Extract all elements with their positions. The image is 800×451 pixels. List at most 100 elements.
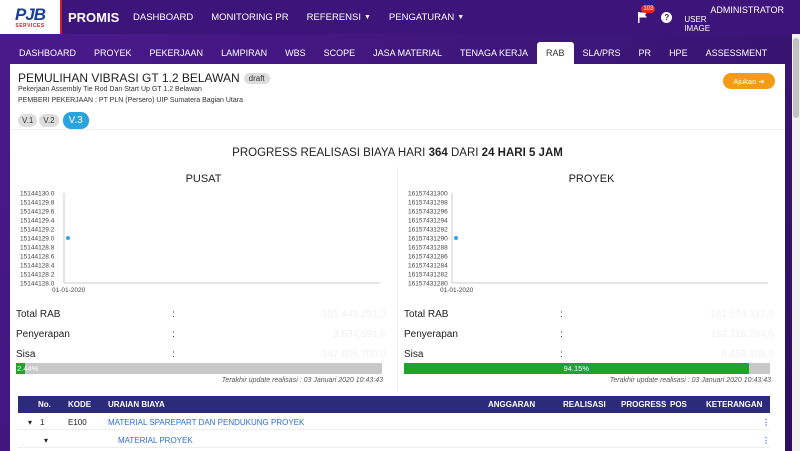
- nav-referensi[interactable]: REFERENSI ▼: [298, 0, 380, 34]
- colon: :: [172, 309, 175, 320]
- page-scrollbar[interactable]: [792, 34, 800, 451]
- penyerapan-label: Penyerapan: [16, 329, 70, 340]
- nav-pengaturan-label: PENGATURAN: [388, 11, 455, 23]
- table-row: ▾ MATERIAL PROYEK ⋮: [18, 432, 770, 448]
- progress-day: 364: [428, 147, 448, 159]
- project-subtitle: Pekerjaan Assembly Tie Rod Dan Start Up …: [18, 86, 202, 93]
- submit-button[interactable]: Ajukan ➔: [723, 73, 775, 89]
- total-rab-label: Total RAB: [16, 309, 61, 320]
- arrow-right-icon: ➔: [758, 76, 765, 86]
- row-menu-icon[interactable]: ⋮: [762, 418, 770, 427]
- y-tick-label: 15144129.8: [20, 200, 55, 207]
- user-avatar[interactable]: USER IMAGE: [684, 15, 718, 33]
- app-brand[interactable]: PROMIS: [68, 10, 124, 25]
- y-tick-label: 16157431284: [408, 263, 448, 270]
- colon: :: [560, 349, 563, 360]
- tab-lampiran[interactable]: LAMPIRAN: [212, 42, 276, 64]
- x-tick-label: 01-01-2020: [52, 287, 86, 294]
- colon: :: [560, 329, 563, 340]
- y-tick-label: 16157431300: [408, 191, 448, 198]
- expand-toggle-icon[interactable]: ▾: [44, 436, 48, 445]
- rab-table-header: No. KODE URAIAN BIAYA ANGGARAN REALISASI…: [18, 396, 770, 413]
- tab-wbs[interactable]: WBS: [276, 42, 315, 64]
- expand-toggle-icon[interactable]: ▾: [28, 418, 32, 427]
- y-tick-label: 15144128.8: [20, 245, 55, 252]
- colon: :: [172, 349, 175, 360]
- pusat-title: PUSAT: [185, 173, 222, 185]
- tab-jasa-material[interactable]: JASA MATERIAL: [364, 42, 451, 64]
- y-tick-label: 15144128.4: [20, 263, 55, 270]
- tab-proyek[interactable]: PROYEK: [85, 42, 141, 64]
- col-anggaran[interactable]: ANGGARAN: [488, 400, 535, 409]
- y-tick-label: 16157431292: [408, 227, 448, 234]
- row-menu-icon[interactable]: ⋮: [762, 436, 770, 445]
- tab-rab[interactable]: RAB: [537, 42, 574, 64]
- tab-hpe[interactable]: HPE: [660, 42, 697, 64]
- y-tick-label: 15144128.0: [20, 281, 55, 288]
- proyek-progress-bar: 94.15%: [404, 363, 770, 374]
- tab-pr[interactable]: PR: [630, 42, 661, 64]
- company-logo[interactable]: PJB SERVICES: [0, 0, 62, 34]
- project-employer: PEMBERI PEKERJAAN : PT PLN (Persero) UIP…: [18, 97, 243, 104]
- penyerapan-value: 152.116.204,0: [710, 329, 774, 340]
- help-icon[interactable]: ?: [661, 11, 673, 23]
- project-tabs: DASHBOARD PROYEK PEKERJAAN LAMPIRAN WBS SCOPE…: [0, 42, 792, 64]
- col-keterangan[interactable]: KETERANGAN: [706, 400, 762, 409]
- tab-assessment[interactable]: ASSESSMENT: [697, 42, 777, 64]
- version-v2[interactable]: V.2: [39, 114, 59, 127]
- y-tick-label: 16157431282: [408, 272, 448, 279]
- col-pos[interactable]: POS: [670, 400, 687, 409]
- data-point[interactable]: [66, 236, 70, 240]
- tab-dashboard[interactable]: DASHBOARD: [10, 42, 85, 64]
- y-tick-label: 15144130.0: [20, 191, 55, 198]
- colon: :: [172, 329, 175, 340]
- flag-icon: [637, 11, 647, 23]
- col-progress[interactable]: PROGRESS: [621, 400, 666, 409]
- row-uraian-link[interactable]: MATERIAL SPAREPART DAN PENDUKUNG PROYEK: [108, 418, 304, 427]
- tab-scope[interactable]: SCOPE: [315, 42, 365, 64]
- status-badge: draft: [243, 72, 270, 84]
- y-tick-label: 15144129.6: [20, 209, 55, 216]
- project-title-row: PEMULIHAN VIBRASI GT 1.2 BELAWAN draft: [18, 71, 270, 85]
- user-menu[interactable]: ADMINISTRATOR: [710, 5, 784, 15]
- version-v1[interactable]: V.1: [18, 114, 38, 127]
- sisa-value: 9.458.108,9: [721, 349, 774, 360]
- scrollbar-thumb[interactable]: [793, 38, 799, 118]
- total-rab-value: 151.441.291,0: [322, 309, 386, 320]
- col-uraian[interactable]: URAIAN BIAYA: [108, 400, 165, 409]
- submit-label: Ajukan: [733, 76, 757, 86]
- pusat-progress-bar: 2.44%: [16, 363, 382, 374]
- y-tick-label: 15144128.6: [20, 254, 55, 261]
- table-row: ▾ 1 E100 MATERIAL SPAREPART DAN PENDUKUN…: [18, 414, 770, 430]
- project-header: PEMULIHAN VIBRASI GT 1.2 BELAWAN draft P…: [10, 64, 785, 130]
- progress-mid: DARI: [450, 147, 479, 159]
- row-kode: E100: [68, 418, 87, 427]
- proyek-panel: PROYEK 16157431300 16157431298 16157431296…: [398, 167, 785, 392]
- y-tick-label: 16157431286: [408, 254, 448, 261]
- tab-tenaga-kerja[interactable]: TENAGA KERJA: [451, 42, 537, 64]
- col-no[interactable]: No.: [38, 400, 51, 409]
- nav-dashboard[interactable]: DASHBOARD: [124, 0, 202, 34]
- data-point[interactable]: [454, 236, 458, 240]
- tab-sla-prs[interactable]: SLA/PRS: [574, 42, 630, 64]
- total-rab-label: Total RAB: [404, 309, 449, 320]
- y-tick-label: 15144129.0: [20, 236, 55, 243]
- nav-monitoring-pr[interactable]: MONITORING PR: [202, 0, 297, 34]
- sisa-label: Sisa: [16, 349, 36, 360]
- row-uraian-link[interactable]: MATERIAL PROYEK: [118, 436, 193, 445]
- logo-mark: PJB: [14, 4, 46, 24]
- sisa-label: Sisa: [404, 349, 424, 360]
- col-kode[interactable]: KODE: [68, 400, 91, 409]
- y-tick-label: 16157431294: [408, 218, 448, 225]
- y-tick-label: 15144129.2: [20, 227, 55, 234]
- x-tick-label: 01-01-2020: [440, 287, 474, 294]
- progress-prefix: PROGRESS REALISASI BIAYA HARI: [232, 147, 426, 159]
- version-v3[interactable]: V.3: [62, 112, 89, 129]
- nav-pengaturan[interactable]: PENGATURAN ▼: [380, 0, 473, 34]
- col-realisasi[interactable]: REALISASI: [563, 400, 606, 409]
- proyek-update-note: Terakhir update realisasi : 03 Januari 2…: [609, 377, 771, 384]
- progress-fill: 94.15%: [404, 363, 749, 374]
- project-title: PEMULIHAN VIBRASI GT 1.2 BELAWAN: [18, 71, 240, 85]
- tab-pekerjaan[interactable]: PEKERJAAN: [141, 42, 213, 64]
- notification-button[interactable]: 103: [631, 0, 656, 34]
